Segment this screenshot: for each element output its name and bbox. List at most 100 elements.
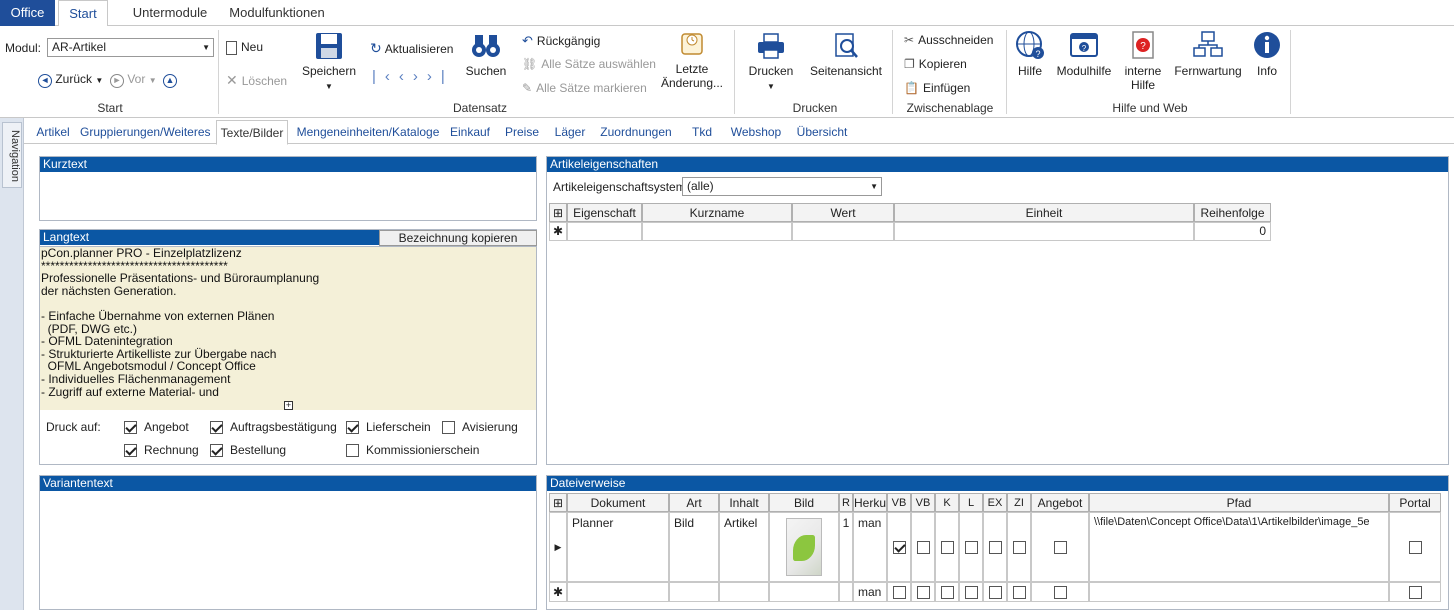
grid-settings-icon[interactable]: ⊞ bbox=[549, 203, 567, 222]
mark-all-button[interactable]: ✎ Alle Sätze markieren bbox=[522, 81, 647, 95]
druck-checkbox-5[interactable] bbox=[210, 444, 223, 457]
first-record-icon[interactable]: |‹ bbox=[372, 68, 399, 85]
grid-cell[interactable] bbox=[911, 512, 935, 582]
grid-checkbox[interactable] bbox=[917, 541, 930, 554]
grid-cell[interactable] bbox=[959, 512, 983, 582]
tab-webshop[interactable]: Webshop bbox=[728, 120, 784, 144]
tab-gruppierungen[interactable]: Gruppierungen/Weiteres bbox=[80, 120, 211, 144]
grid-column-header[interactable]: VB bbox=[911, 493, 935, 512]
grid-checkbox[interactable] bbox=[893, 586, 906, 599]
grid-cell[interactable]: 0 bbox=[1194, 222, 1271, 241]
grid-checkbox[interactable] bbox=[1013, 586, 1026, 599]
grid-cell[interactable] bbox=[983, 582, 1007, 602]
cut-button[interactable]: ✂ Ausschneiden bbox=[904, 33, 993, 47]
grid-checkbox[interactable] bbox=[965, 541, 978, 554]
grid-cell[interactable]: \\file\Daten\Concept Office\Data\1\Artik… bbox=[1089, 512, 1389, 582]
druck-checkbox-6[interactable] bbox=[346, 444, 359, 457]
tab-einkauf[interactable]: Einkauf bbox=[446, 120, 494, 144]
copy-description-button[interactable]: Bezeichnung kopieren bbox=[379, 230, 537, 246]
grid-column-header[interactable]: K bbox=[935, 493, 959, 512]
tab-start[interactable]: Start bbox=[58, 0, 108, 27]
up-button[interactable]: ▲ bbox=[163, 72, 177, 88]
grid-cell[interactable] bbox=[567, 582, 669, 602]
save-button[interactable]: Speichern ▼ bbox=[300, 32, 358, 92]
grid-checkbox[interactable] bbox=[1409, 586, 1422, 599]
tab-untermodule[interactable]: Untermodule bbox=[115, 0, 225, 26]
grid-cell[interactable] bbox=[1031, 512, 1089, 582]
grid-checkbox[interactable] bbox=[917, 586, 930, 599]
grid-column-header[interactable]: L bbox=[959, 493, 983, 512]
last-change-button[interactable]: Letzte Änderung... bbox=[660, 30, 724, 90]
help-button[interactable]: ? Hilfe bbox=[1012, 30, 1048, 78]
info-button[interactable]: Info bbox=[1248, 30, 1286, 78]
grid-column-header[interactable]: Wert bbox=[792, 203, 894, 222]
refresh-button[interactable]: ↻ Aktualisieren bbox=[370, 40, 453, 57]
grid-cell[interactable] bbox=[669, 582, 719, 602]
grid-cell[interactable] bbox=[769, 512, 839, 582]
back-button[interactable]: ◄ Zurück ▼ bbox=[38, 72, 103, 88]
tab-office[interactable]: Office bbox=[0, 0, 55, 26]
variantentext-field[interactable] bbox=[40, 491, 536, 609]
grid-column-header[interactable]: Reihenfolge bbox=[1194, 203, 1271, 222]
grid-checkbox[interactable] bbox=[989, 586, 1002, 599]
grid-cell[interactable] bbox=[1389, 582, 1441, 602]
tab-laeger[interactable]: Läger bbox=[550, 120, 590, 144]
grid-cell[interactable] bbox=[935, 512, 959, 582]
forward-button[interactable]: ► Vor ▼ bbox=[110, 72, 157, 88]
remote-support-button[interactable]: Fernwartung bbox=[1170, 30, 1246, 78]
grid-cell[interactable] bbox=[792, 222, 894, 241]
grid-cell[interactable] bbox=[894, 222, 1194, 241]
delete-button[interactable]: ✕ Löschen bbox=[226, 72, 287, 89]
grid-column-header[interactable]: Eigenschaft bbox=[567, 203, 642, 222]
grid-cell[interactable] bbox=[1031, 582, 1089, 602]
next-record-icon[interactable]: › bbox=[413, 68, 427, 85]
grid-cell[interactable]: Artikel bbox=[719, 512, 769, 582]
grid-cell[interactable] bbox=[1007, 582, 1031, 602]
grid-cell[interactable] bbox=[983, 512, 1007, 582]
tab-uebersicht[interactable]: Übersicht bbox=[792, 120, 852, 144]
grid-column-header[interactable]: Kurzname bbox=[642, 203, 792, 222]
grid-checkbox[interactable] bbox=[989, 541, 1002, 554]
langtext-editor[interactable]: pCon.planner PRO - Einzelplatzlizenz ***… bbox=[40, 246, 536, 410]
last-record-icon[interactable]: ›| bbox=[427, 68, 454, 85]
grid-cell[interactable]: man bbox=[853, 582, 887, 602]
tab-preise[interactable]: Preise bbox=[500, 120, 544, 144]
grid-cell[interactable]: 1 bbox=[839, 512, 853, 582]
tab-texte-bilder[interactable]: Texte/Bilder bbox=[216, 120, 288, 145]
druck-checkbox-3[interactable] bbox=[442, 421, 455, 434]
grid-settings-icon[interactable]: ⊞ bbox=[549, 493, 567, 512]
grid-checkbox[interactable] bbox=[1409, 541, 1422, 554]
grid-checkbox[interactable] bbox=[1054, 541, 1067, 554]
modul-select[interactable]: AR-Artikel ▼ bbox=[47, 38, 214, 57]
grid-cell[interactable] bbox=[839, 582, 853, 602]
internal-help-button[interactable]: ? interne Hilfe bbox=[1120, 30, 1166, 92]
grid-column-header[interactable]: Herku bbox=[853, 493, 887, 512]
grid-column-header[interactable]: Portal bbox=[1389, 493, 1441, 512]
new-button[interactable]: Neu bbox=[226, 40, 263, 55]
grid-checkbox[interactable] bbox=[1013, 541, 1026, 554]
grid-cell[interactable] bbox=[887, 512, 911, 582]
search-button[interactable]: Suchen bbox=[462, 32, 510, 78]
grid-checkbox[interactable] bbox=[1054, 586, 1067, 599]
tab-zuordnungen[interactable]: Zuordnungen bbox=[598, 120, 674, 144]
select-all-button[interactable]: ⛓ Alle Sätze auswählen bbox=[522, 57, 656, 71]
grid-column-header[interactable]: Angebot bbox=[1031, 493, 1089, 512]
grid-column-header[interactable]: VB bbox=[887, 493, 911, 512]
grid-cell[interactable]: Planner bbox=[567, 512, 669, 582]
module-help-button[interactable]: ? Modulhilfe bbox=[1052, 30, 1116, 78]
grid-column-header[interactable]: R bbox=[839, 493, 853, 512]
grid-checkbox[interactable] bbox=[893, 541, 906, 554]
druck-checkbox-4[interactable] bbox=[124, 444, 137, 457]
grid-column-header[interactable]: Inhalt bbox=[719, 493, 769, 512]
grid-cell[interactable] bbox=[887, 582, 911, 602]
grid-checkbox[interactable] bbox=[941, 541, 954, 554]
druck-checkbox-0[interactable] bbox=[124, 421, 137, 434]
grid-column-header[interactable]: ZI bbox=[1007, 493, 1031, 512]
record-navigation[interactable]: |‹‹››| bbox=[372, 68, 454, 85]
tab-tkd[interactable]: Tkd bbox=[684, 120, 720, 144]
grid-column-header[interactable]: EX bbox=[983, 493, 1007, 512]
grid-cell[interactable]: man bbox=[853, 512, 887, 582]
tab-artikel[interactable]: Artikel bbox=[28, 120, 78, 144]
kurztext-field[interactable] bbox=[40, 172, 536, 220]
paste-button[interactable]: 📋 Einfügen bbox=[904, 81, 970, 95]
